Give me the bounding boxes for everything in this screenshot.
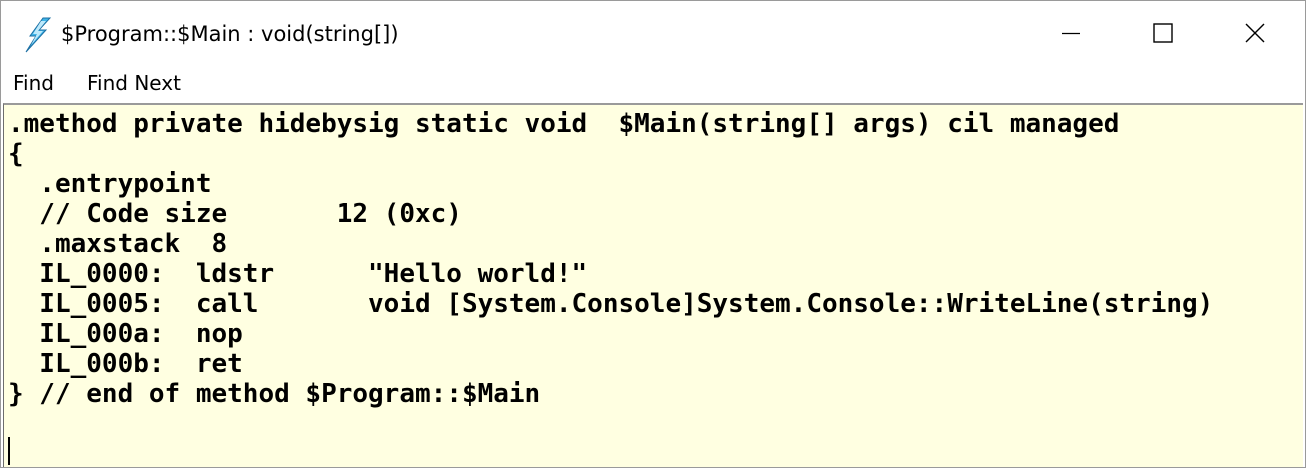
ildasm-method-window: $Program::$Main : void(string[]) Find Fi… — [0, 0, 1306, 468]
text-caret — [8, 437, 10, 465]
code-line: IL_0000: ldstr "Hello world!" — [8, 259, 588, 289]
maximize-button[interactable] — [1117, 1, 1209, 65]
code-line: IL_000b: ret — [8, 349, 243, 379]
maximize-icon — [1153, 23, 1173, 43]
code-line: IL_0005: call void [System.Console]Syste… — [8, 289, 1214, 319]
code-line: // Code size 12 (0xc) — [8, 199, 462, 229]
menu-find-next[interactable]: Find Next — [87, 71, 181, 95]
code-line: } // end of method $Program::$Main — [8, 379, 541, 409]
menu-bar: Find Find Next — [1, 65, 1305, 101]
code-line: .method private hidebysig static void $M… — [8, 109, 1120, 139]
title-bar[interactable]: $Program::$Main : void(string[]) — [1, 1, 1305, 67]
code-line: .maxstack 8 — [8, 229, 228, 259]
close-button[interactable] — [1209, 1, 1301, 65]
lightning-bolt-icon — [25, 17, 52, 53]
minimize-button[interactable] — [1025, 1, 1117, 65]
code-text-area[interactable]: .method private hidebysig static void $M… — [3, 103, 1303, 467]
code-line: { — [8, 139, 24, 169]
code-line: .entrypoint — [8, 169, 212, 199]
close-icon — [1245, 23, 1265, 43]
code-line: IL_000a: nop — [8, 319, 243, 349]
il-code: .method private hidebysig static void $M… — [8, 109, 1213, 439]
menu-find[interactable]: Find — [13, 71, 54, 95]
window-title: $Program::$Main : void(string[]) — [61, 22, 399, 46]
minimize-icon — [1062, 32, 1080, 35]
